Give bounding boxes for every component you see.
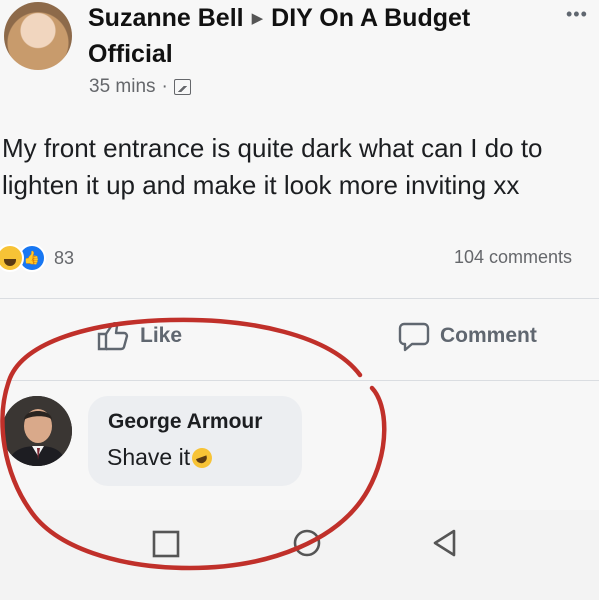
commenter-avatar[interactable] xyxy=(2,396,72,466)
comments-count[interactable]: 104 comments xyxy=(454,247,572,268)
post-body: My front entrance is quite dark what can… xyxy=(2,133,543,200)
post-header: Suzanne Bell ▶ DIY On A Budget Official xyxy=(88,2,528,71)
more-options-icon[interactable]: ••• xyxy=(566,4,588,25)
divider xyxy=(0,380,599,381)
comment-body: Shave it xyxy=(107,444,191,470)
post-meta: 35 mins · xyxy=(89,76,191,98)
comment-bubble[interactable]: George Armour Shave it xyxy=(88,396,302,486)
like-label: Like xyxy=(140,324,183,347)
facebook-post: Suzanne Bell ▶ DIY On A Budget Official ••… xyxy=(0,0,599,600)
commenter-name[interactable]: George Armour xyxy=(108,410,262,434)
comment-label: Comment xyxy=(440,324,537,347)
arrow-right-icon: ▶ xyxy=(251,10,264,27)
haha-reaction-icon xyxy=(0,244,24,272)
like-button[interactable]: Like xyxy=(96,320,182,352)
speech-bubble-icon xyxy=(398,322,430,352)
divider xyxy=(0,298,599,299)
comment-button[interactable]: Comment xyxy=(398,320,537,352)
laughing-emoji-icon xyxy=(189,444,215,471)
recents-square-icon[interactable] xyxy=(150,528,182,560)
public-icon xyxy=(173,79,191,95)
reactions-summary[interactable]: 👍 83 xyxy=(0,244,74,272)
author-name[interactable]: Suzanne Bell xyxy=(88,4,244,32)
reaction-count: 83 xyxy=(54,247,75,268)
android-nav-bar xyxy=(0,510,599,600)
person-photo xyxy=(2,396,72,466)
post-time[interactable]: 35 mins xyxy=(89,76,156,98)
dot-separator: · xyxy=(161,76,168,97)
poster-avatar[interactable] xyxy=(4,2,72,70)
comment-text: Shave it xyxy=(107,444,215,471)
home-circle-icon[interactable] xyxy=(290,526,324,560)
thumbs-up-icon xyxy=(97,322,129,351)
back-triangle-icon[interactable] xyxy=(428,526,462,560)
